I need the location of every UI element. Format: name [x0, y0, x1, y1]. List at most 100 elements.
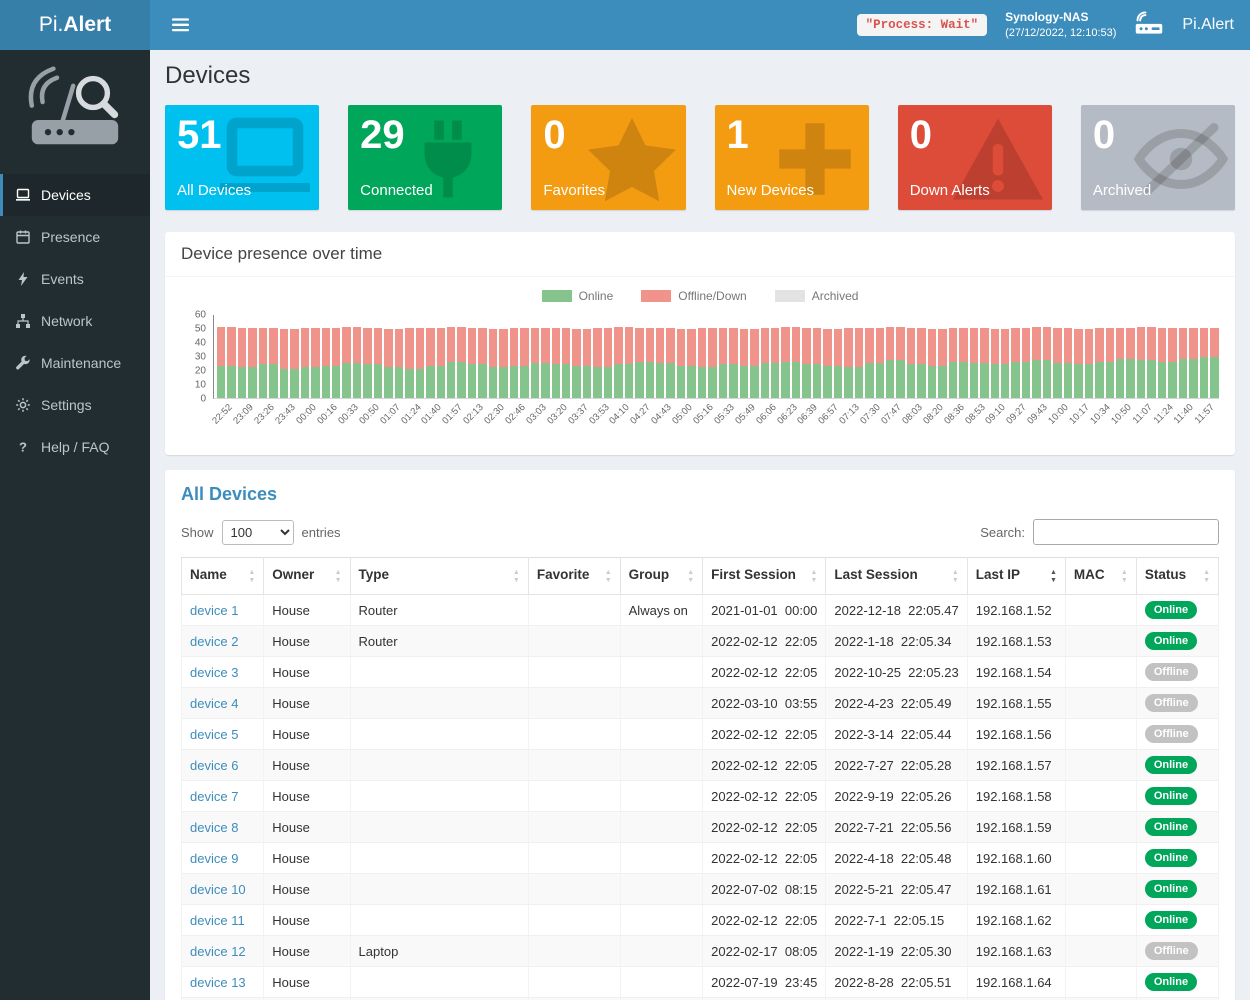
status-badge: Offline — [1145, 694, 1198, 712]
devices-table-title: All Devices — [181, 484, 1219, 505]
device-name-link[interactable]: device 3 — [190, 665, 238, 680]
cell-mac — [1065, 595, 1136, 626]
bar-segment-online — [248, 367, 256, 398]
cell-status: Online — [1136, 874, 1218, 905]
bar-segment-offline-down — [625, 327, 633, 365]
cell-first-session: 2022-07-02 08:15 — [703, 874, 826, 905]
chart-bar — [656, 328, 664, 398]
bar-segment-online — [991, 364, 999, 398]
column-header-mac[interactable]: MAC▲▼ — [1065, 558, 1136, 595]
stat-card-archived[interactable]: 0Archived — [1081, 105, 1235, 210]
chart-bar — [980, 328, 988, 398]
column-header-status[interactable]: Status▲▼ — [1136, 558, 1218, 595]
bar-segment-offline-down — [1043, 327, 1051, 361]
bar-segment-online — [1158, 362, 1166, 398]
cell-first-session: 2022-02-12 22:05 — [703, 719, 826, 750]
chart-bar — [792, 327, 800, 398]
stat-card-connected[interactable]: 29Connected — [348, 105, 502, 210]
stat-card-down-alerts[interactable]: 0Down Alerts — [898, 105, 1052, 210]
device-name-link[interactable]: device 9 — [190, 851, 238, 866]
chart-bar — [1189, 328, 1197, 398]
device-name-link[interactable]: device 6 — [190, 758, 238, 773]
cell-type: Router — [350, 626, 528, 657]
bar-segment-online — [876, 363, 884, 398]
bar-segment-offline-down — [426, 328, 434, 366]
bar-segment-online — [217, 366, 225, 398]
question-icon: ? — [15, 439, 31, 455]
sidebar-item-presence[interactable]: Presence — [0, 216, 150, 258]
cell-mac — [1065, 905, 1136, 936]
device-name-link[interactable]: device 12 — [190, 944, 246, 959]
stat-card-all-devices[interactable]: 51All Devices — [165, 105, 319, 210]
cell-mac — [1065, 781, 1136, 812]
x-tick-label: 22:52 — [211, 402, 236, 427]
stat-value: 1 — [727, 113, 869, 158]
column-header-name[interactable]: Name▲▼ — [182, 558, 264, 595]
bar-segment-online — [1085, 364, 1093, 398]
sidebar-item-help-faq[interactable]: ?Help / FAQ — [0, 426, 150, 468]
bar-segment-offline-down — [1126, 328, 1134, 359]
chart-bar — [353, 327, 361, 398]
chart-bar — [416, 328, 424, 398]
y-tick-label: 0 — [200, 394, 206, 405]
bar-segment-offline-down — [478, 328, 486, 364]
sidebar: DevicesPresenceEventsNetworkMaintenanceS… — [0, 50, 150, 1000]
bar-segment-online — [583, 366, 591, 398]
cell-mac — [1065, 688, 1136, 719]
column-header-last-session[interactable]: Last Session▲▼ — [826, 558, 967, 595]
bar-segment-offline-down — [781, 327, 789, 362]
bar-segment-online — [457, 362, 465, 398]
cell-name: device 13 — [182, 967, 264, 998]
bar-segment-offline-down — [217, 327, 225, 366]
column-header-favorite[interactable]: Favorite▲▼ — [528, 558, 620, 595]
sidebar-item-network[interactable]: Network — [0, 300, 150, 342]
bar-segment-offline-down — [708, 328, 716, 367]
cell-status: Offline — [1136, 688, 1218, 719]
app-logo[interactable]: Pi.Alert — [0, 0, 150, 50]
bar-segment-offline-down — [802, 328, 810, 364]
stat-card-favorites[interactable]: 0Favorites — [531, 105, 685, 210]
device-name-link[interactable]: device 7 — [190, 789, 238, 804]
chart-bar — [834, 329, 842, 398]
bar-segment-offline-down — [374, 328, 382, 364]
bar-segment-offline-down — [248, 328, 256, 367]
cell-group — [620, 967, 703, 998]
bar-segment-offline-down — [1179, 328, 1187, 359]
sidebar-toggle-icon[interactable] — [166, 12, 195, 38]
sidebar-item-settings[interactable]: Settings — [0, 384, 150, 426]
device-name-link[interactable]: device 8 — [190, 820, 238, 835]
chart-bar — [552, 328, 560, 398]
column-header-group[interactable]: Group▲▼ — [620, 558, 703, 595]
search-input[interactable] — [1033, 519, 1219, 545]
device-name-link[interactable]: device 5 — [190, 727, 238, 742]
device-name-link[interactable]: device 4 — [190, 696, 238, 711]
column-header-owner[interactable]: Owner▲▼ — [264, 558, 350, 595]
sidebar-item-devices[interactable]: Devices — [0, 174, 150, 216]
bar-segment-online — [761, 363, 769, 398]
cell-owner: House — [264, 874, 350, 905]
device-name-link[interactable]: device 2 — [190, 634, 238, 649]
sort-icon: ▲▼ — [513, 569, 520, 585]
chart-x-axis: 22:5223:0923:2623:4300:0000:1600:3300:50… — [216, 399, 1219, 443]
column-header-type[interactable]: Type▲▼ — [350, 558, 528, 595]
device-name-link[interactable]: device 10 — [190, 882, 246, 897]
bar-segment-offline-down — [1200, 328, 1208, 357]
bar-segment-online — [771, 363, 779, 398]
column-header-first-session[interactable]: First Session▲▼ — [703, 558, 826, 595]
chart-bar — [740, 329, 748, 398]
x-tick: 10:50 — [1114, 399, 1135, 443]
bar-segment-online — [342, 363, 350, 398]
sidebar-item-events[interactable]: Events — [0, 258, 150, 300]
column-header-last-ip[interactable]: Last IP▲▼ — [967, 558, 1065, 595]
stat-card-new-devices[interactable]: 1New Devices — [715, 105, 869, 210]
device-name-link[interactable]: device 13 — [190, 975, 246, 990]
cell-last-ip: 192.168.1.57 — [967, 750, 1065, 781]
device-name-link[interactable]: device 11 — [190, 913, 245, 928]
device-name-link[interactable]: device 1 — [190, 603, 238, 618]
bar-segment-online — [666, 363, 674, 398]
bar-segment-offline-down — [227, 327, 235, 366]
sort-icon: ▲▼ — [687, 569, 694, 585]
sidebar-item-maintenance[interactable]: Maintenance — [0, 342, 150, 384]
cell-name: device 12 — [182, 936, 264, 967]
page-size-select[interactable]: 100 — [222, 520, 294, 545]
